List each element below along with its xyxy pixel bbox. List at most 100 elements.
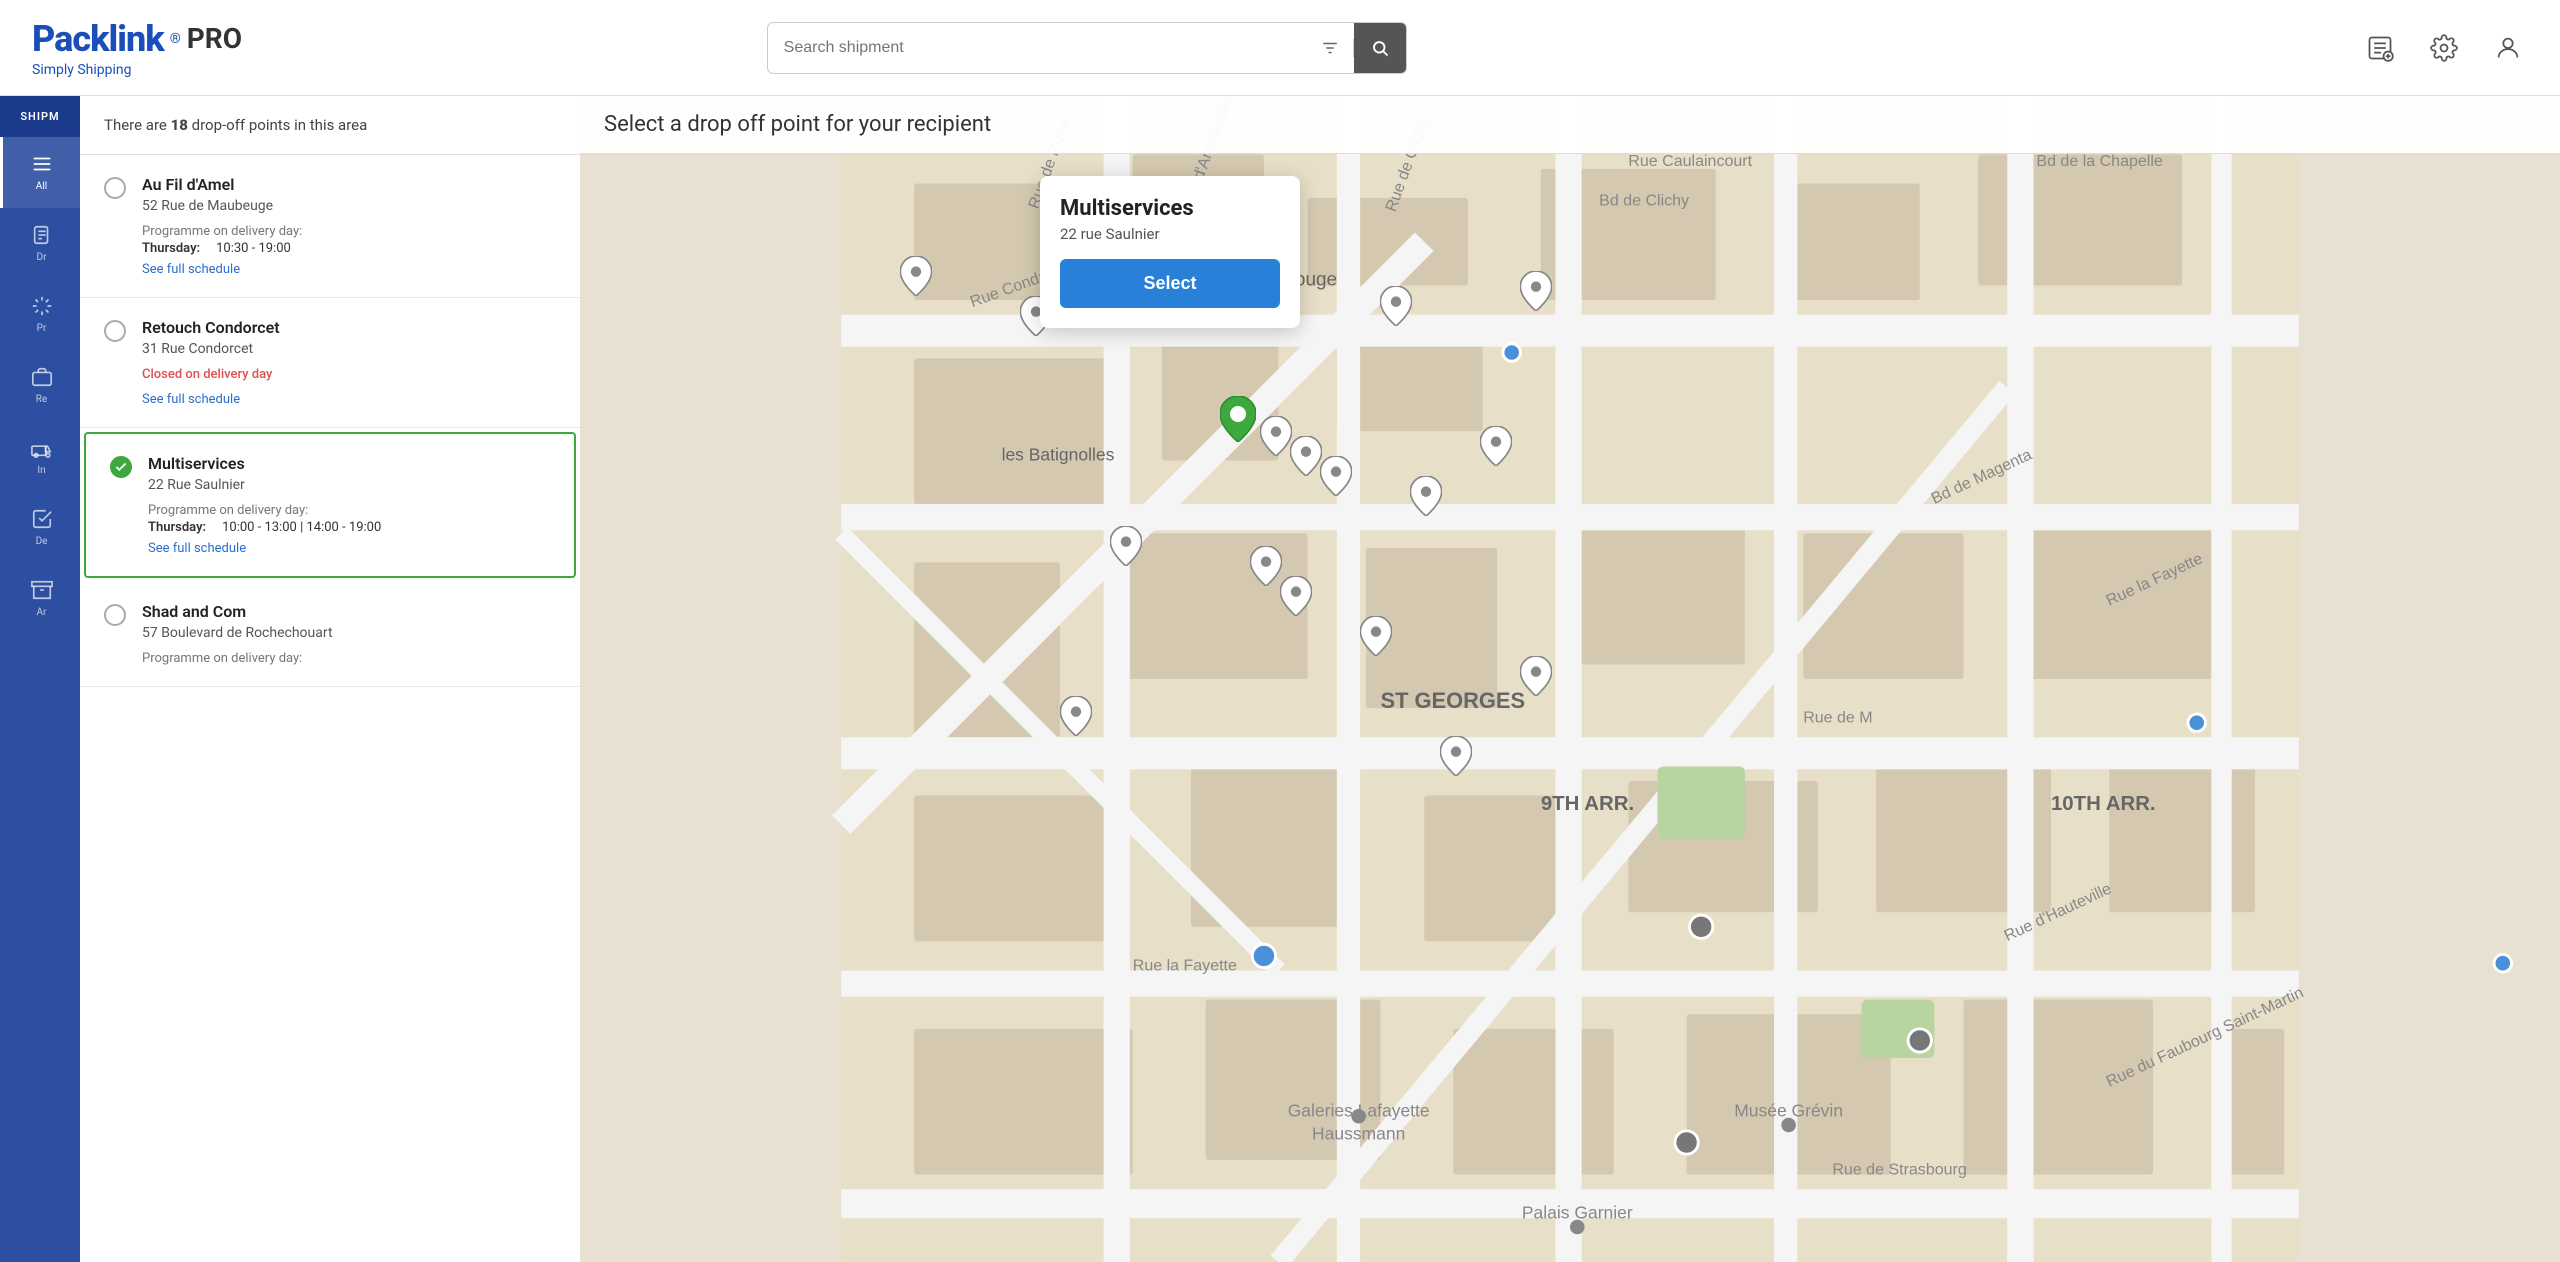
dropoff-list-panel: There are 18 drop-off points in this are… [80,96,580,1262]
popup-address: 22 rue Saulnier [1060,225,1280,243]
map-area: Select a drop off point for your recipie… [580,96,2560,1262]
dropoff-container: There are 18 drop-off points in this are… [80,96,2560,1262]
radio-multiservices[interactable] [110,456,132,478]
search-input-wrapper [767,22,1407,74]
main-layout: SHIPM All Dr Pr [0,96,2560,1262]
popup-name: Multiservices [1060,196,1280,221]
svg-text:les Batignolles: les Batignolles [1002,444,1115,464]
dropoff-item-multiservices[interactable]: Multiservices 22 Rue Saulnier Programme … [84,432,576,578]
logo-text: Packlink ® PRO [32,18,242,60]
sidebar-item-ready-label: Re [36,394,47,405]
map-pin-1[interactable] [900,256,932,300]
sidebar-item-delivered[interactable]: De [0,492,80,563]
map-pin-5[interactable] [1260,416,1292,460]
sidebar: SHIPM All Dr Pr [0,96,80,1262]
see-schedule-au-fil[interactable]: See full schedule [142,262,240,277]
dropoff-suffix: drop-off points in this area [192,116,368,134]
map-pin-8[interactable] [1410,476,1442,520]
popup-select-button[interactable]: Select [1060,259,1280,308]
dropoff-address-multiservices: 22 Rue Saulnier [148,477,550,493]
dropoff-item-au-fil[interactable]: Au Fil d'Amel 52 Rue de Maubeuge Program… [80,155,580,298]
map-pin-10[interactable] [1110,526,1142,570]
dropoff-item-shad[interactable]: Shad and Com 57 Boulevard de Rochechouar… [80,582,580,687]
dropoff-item-retouch[interactable]: Retouch Condorcet 31 Rue Condorcet Close… [80,298,580,428]
documents-button[interactable] [2360,28,2400,68]
dropoff-schedule-row-multiservices: Thursday: 10:00 - 13:00 | 14:00 - 19:00 [148,520,550,535]
dropoff-hours-au-fil: 10:30 - 19:00 [216,241,291,256]
search-input[interactable] [768,39,1307,57]
map-pin-3[interactable] [1380,286,1412,330]
radio-shad[interactable] [104,604,126,626]
map-pin-4[interactable] [1520,271,1552,315]
radio-au-fil[interactable] [104,177,126,199]
map-pin-selected[interactable] [1220,396,1256,446]
sidebar-item-processing[interactable]: Pr [0,279,80,350]
dropoff-count-header: There are 18 drop-off points in this are… [80,96,580,155]
search-filter-button[interactable] [1307,39,1354,57]
map-title-bar: Select a drop off point for your recipie… [580,96,2560,154]
sidebar-header: SHIPM [0,96,80,137]
sidebar-item-transit[interactable]: In [0,421,80,492]
header-icons [2360,28,2528,68]
svg-text:Rue de M: Rue de M [1803,709,1872,727]
dropoff-address-shad: 57 Boulevard de Rochechouart [142,625,556,641]
header: Packlink ® PRO Simply Shipping [0,0,2560,96]
map-popup: Multiservices 22 rue Saulnier Select [1040,176,1300,328]
svg-text:Bd de la Chapelle: Bd de la Chapelle [2036,152,2163,170]
sidebar-item-archived-label: Ar [37,607,47,618]
dropoff-hours-multiservices: 10:00 - 13:00 | 14:00 - 19:00 [222,520,381,535]
dropoff-schedule-label-au-fil: Programme on delivery day: [142,224,556,239]
logo-reg: ® [170,31,181,47]
dropoff-info-shad: Shad and Com 57 Boulevard de Rochechouar… [142,602,556,666]
sidebar-item-transit-label: In [37,465,45,476]
dropoff-count: 18 [171,116,188,134]
sidebar-item-drafts-label: Dr [37,252,47,263]
dropoff-list: Au Fil d'Amel 52 Rue de Maubeuge Program… [80,155,580,1262]
map-title: Select a drop off point for your recipie… [604,112,991,137]
sidebar-item-ready[interactable]: Re [0,350,80,421]
sidebar-item-all-label: All [36,181,47,192]
user-button[interactable] [2488,28,2528,68]
dropoff-prefix: There are [104,116,167,134]
dropoff-name-shad: Shad and Com [142,602,556,621]
see-schedule-multiservices[interactable]: See full schedule [148,541,246,556]
map-pin-7[interactable] [1320,456,1352,500]
sidebar-item-delivered-label: De [36,536,48,547]
map-pin-6[interactable] [1290,436,1322,480]
dropoff-address-retouch: 31 Rue Condorcet [142,341,556,357]
logo-tagline: Simply Shipping [32,62,242,78]
svg-text:Haussmann: Haussmann [1312,1124,1405,1144]
dropoff-info-au-fil: Au Fil d'Amel 52 Rue de Maubeuge Program… [142,175,556,277]
see-schedule-retouch[interactable]: See full schedule [142,392,240,407]
svg-text:Rue Caulaincourt: Rue Caulaincourt [1628,152,1752,170]
svg-text:ST GEORGES: ST GEORGES [1381,688,1526,713]
map-pin-15[interactable] [1060,696,1092,740]
settings-button[interactable] [2424,28,2464,68]
sidebar-item-archived[interactable]: Ar [0,563,80,634]
map-pin-14[interactable] [1520,656,1552,700]
dropoff-schedule-label-multiservices: Programme on delivery day: [148,503,550,518]
dropoff-info-retouch: Retouch Condorcet 31 Rue Condorcet Close… [142,318,556,407]
logo-packlink: Packlink [32,18,164,60]
search-submit-button[interactable] [1354,22,1406,74]
logo-area: Packlink ® PRO Simply Shipping [32,18,242,78]
dropoff-schedule-row-au-fil: Thursday: 10:30 - 19:00 [142,241,556,256]
dropoff-day-multiservices: Thursday: [148,520,206,535]
svg-text:Musée Grévin: Musée Grévin [1734,1100,1843,1120]
sidebar-item-all[interactable]: All [0,137,80,208]
map-pin-9[interactable] [1480,426,1512,470]
sidebar-item-drafts[interactable]: Dr [0,208,80,279]
sidebar-item-processing-label: Pr [37,323,47,334]
map-pin-13[interactable] [1360,616,1392,660]
map-pin-11[interactable] [1250,546,1282,590]
dropoff-name-au-fil: Au Fil d'Amel [142,175,556,194]
svg-text:Bd de Clichy: Bd de Clichy [1599,191,1689,209]
svg-text:9TH ARR.: 9TH ARR. [1541,793,1634,815]
dropoff-address-au-fil: 52 Rue de Maubeuge [142,198,556,214]
dropoff-day-au-fil: Thursday: [142,241,200,256]
dropoff-closed-retouch: Closed on delivery day [142,367,556,382]
map-pin-16[interactable] [1440,736,1472,780]
radio-retouch[interactable] [104,320,126,342]
map-pin-12[interactable] [1280,576,1312,620]
svg-text:10TH ARR.: 10TH ARR. [2051,793,2156,815]
